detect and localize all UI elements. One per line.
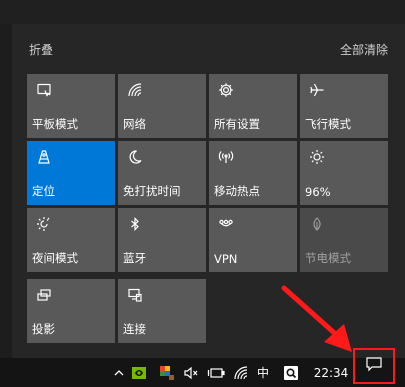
tile-label: 连接 [123,322,146,336]
tile-project[interactable]: 投影 [27,279,115,343]
tile-label: 投影 [32,322,55,336]
panel-left-edge [0,24,12,358]
battery-icon[interactable] [206,358,226,387]
tile-airplane-mode[interactable]: 飞行模式 [300,74,388,138]
tile-label: 免打扰时间 [123,184,181,198]
panel-top-strip [0,0,405,24]
bluetooth-icon [126,215,144,233]
tile-connect[interactable]: 连接 [118,279,206,343]
notification-icon [365,356,383,376]
gear-icon [217,81,235,99]
app-tray-icon[interactable] [158,358,176,387]
search-app-icon[interactable] [282,358,300,387]
clear-all-button[interactable]: 全部清除 [340,41,388,58]
tile-vpn[interactable]: VPN [209,208,297,272]
wifi-icon[interactable] [232,358,250,387]
tile-label: 飞行模式 [305,117,351,131]
tile-network[interactable]: 网络 [118,74,206,138]
tile-label: 网络 [123,117,146,131]
tile-brightness[interactable]: 96% [300,141,388,205]
connect-icon [126,286,144,304]
chevron-up-icon[interactable] [112,358,126,387]
tile-label: 所有设置 [214,117,260,131]
taskbar: 中 22:34 [0,358,405,387]
tile-label: 96% [305,185,331,199]
tile-battery-saver[interactable]: 节电模式 [300,208,388,272]
collapse-button[interactable]: 折叠 [29,41,53,58]
tile-night-light[interactable]: 夜间模式 [27,208,115,272]
tile-quiet-hours[interactable]: 免打扰时间 [118,141,206,205]
tile-label: VPN [214,252,238,266]
clock[interactable]: 22:34 [309,358,353,387]
action-center-button[interactable] [353,348,395,384]
tile-label: 定位 [32,184,55,198]
battery-saver-icon [308,215,326,233]
moon-icon [126,148,144,166]
action-center-panel: 折叠 全部清除 平板模式 网络 所有设置 飞行模式 定位 免打扰时间 移动热点 … [0,0,405,358]
tile-location[interactable]: 定位 [27,141,115,205]
tile-tablet-mode[interactable]: 平板模式 [27,74,115,138]
speaker-muted-icon[interactable] [182,358,200,387]
nvidia-icon[interactable] [130,358,148,387]
network-icon [126,81,144,99]
hotspot-icon [217,148,235,166]
tile-all-settings[interactable]: 所有设置 [209,74,297,138]
tile-label: 夜间模式 [32,251,78,265]
tile-label: 移动热点 [214,184,260,198]
night-light-icon [35,215,53,233]
airplane-icon [308,81,326,99]
tile-label: 节电模式 [305,251,351,265]
project-icon [35,286,53,304]
tile-bluetooth[interactable]: 蓝牙 [118,208,206,272]
vpn-icon [217,215,235,233]
tile-label: 平板模式 [32,117,78,131]
ime-indicator[interactable]: 中 [255,358,271,387]
tile-label: 蓝牙 [123,251,146,265]
location-icon [35,148,53,166]
brightness-icon [308,148,326,166]
tile-mobile-hotspot[interactable]: 移动热点 [209,141,297,205]
tablet-mode-icon [35,81,53,99]
